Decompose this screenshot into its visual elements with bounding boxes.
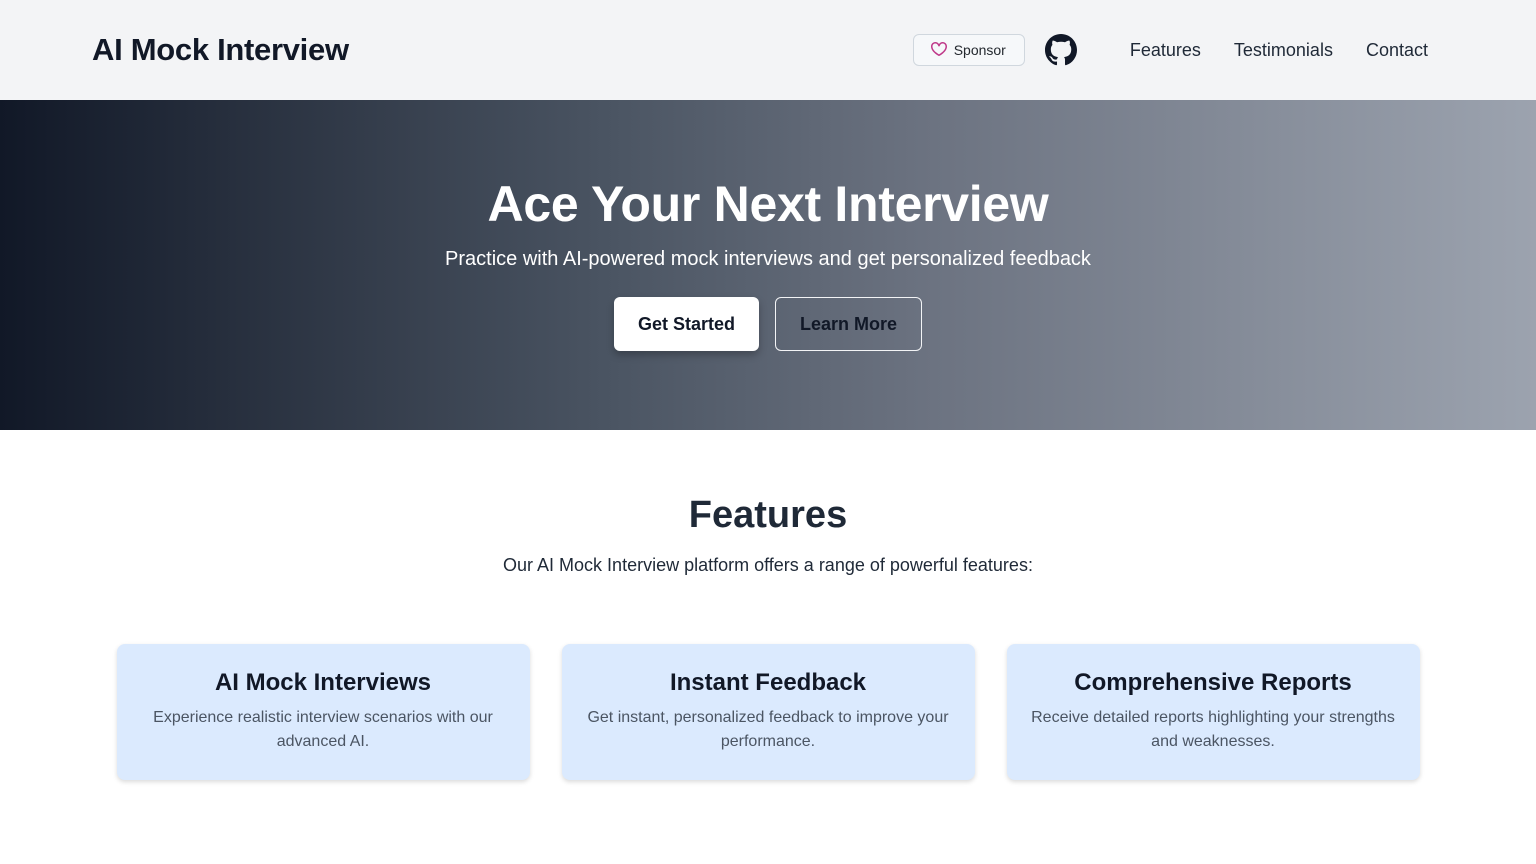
features-subtitle: Our AI Mock Interview platform offers a … bbox=[503, 555, 1033, 575]
brand-title[interactable]: AI Mock Interview bbox=[92, 32, 349, 68]
features-section: Features Our AI Mock Interview platform … bbox=[0, 430, 1536, 780]
features-title: Features bbox=[688, 494, 848, 536]
hero-section: Ace Your Next Interview Practice with AI… bbox=[0, 100, 1536, 430]
github-icon[interactable] bbox=[1044, 34, 1077, 66]
feature-card-instant-feedback: Instant Feedback Get instant, personaliz… bbox=[561, 644, 975, 780]
feature-card-description: Get instant, personalized feedback to im… bbox=[587, 709, 949, 750]
hero-title: Ace Your Next Interview bbox=[487, 176, 1049, 232]
navbar: AI Mock Interview Sponsor Features Testi… bbox=[0, 0, 1536, 100]
learn-more-button[interactable]: Learn More bbox=[775, 297, 923, 351]
nav-link-features[interactable]: Features bbox=[1130, 40, 1201, 61]
sponsor-button[interactable]: Sponsor bbox=[912, 34, 1025, 66]
hero-buttons: Get Started Learn More bbox=[613, 297, 923, 351]
nav-link-testimonials[interactable]: Testimonials bbox=[1234, 40, 1333, 61]
feature-card-description: Receive detailed reports highlighting yo… bbox=[1031, 709, 1395, 750]
nav-right: Sponsor Features Testimonials Contact bbox=[912, 34, 1428, 66]
get-started-button[interactable]: Get Started bbox=[613, 297, 759, 351]
heart-icon bbox=[930, 41, 947, 60]
feature-cards: AI Mock Interviews Experience realistic … bbox=[116, 644, 1420, 780]
feature-card-comprehensive-reports: Comprehensive Reports Receive detailed r… bbox=[1006, 644, 1420, 780]
feature-card-ai-mock-interviews: AI Mock Interviews Experience realistic … bbox=[116, 644, 530, 780]
feature-card-title: AI Mock Interviews bbox=[214, 669, 432, 696]
feature-card-title: Comprehensive Reports bbox=[1074, 669, 1352, 696]
hero-subtitle: Practice with AI-powered mock interviews… bbox=[445, 248, 1091, 270]
sponsor-label: Sponsor bbox=[953, 42, 1006, 58]
nav-link-contact[interactable]: Contact bbox=[1366, 40, 1428, 61]
feature-card-title: Instant Feedback bbox=[669, 669, 867, 696]
feature-card-description: Experience realistic interview scenarios… bbox=[153, 709, 493, 750]
